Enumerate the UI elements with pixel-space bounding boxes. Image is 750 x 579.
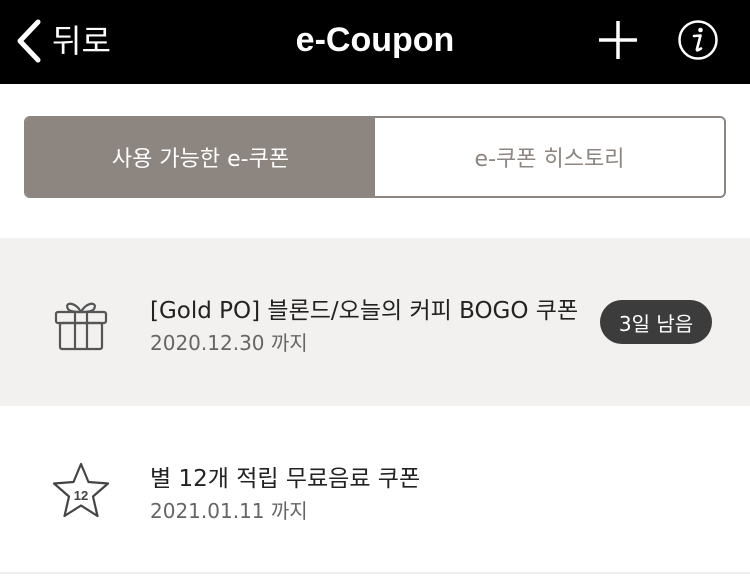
coupon-name: 별 12개 적립 무료음료 쿠폰 [150,466,421,492]
info-icon[interactable] [677,19,719,61]
coupon-expiry: 2020.12.30 까지 [150,331,308,355]
coupon-item-bogo[interactable]: [Gold PO] 블론드/오늘의 커피 BOGO 쿠폰 2020.12.30 … [0,238,750,406]
back-label: 뒤로 [52,22,111,60]
tab-available-coupons[interactable]: 사용 가능한 e-쿠폰 [26,118,375,196]
chevron-left-icon [17,19,41,63]
star-icon: 12 [52,462,110,518]
coupon-item-free-drink[interactable]: 12 별 12개 적립 무료음료 쿠폰 2021.01.11 까지 [0,406,750,574]
coupon-name: [Gold PO] 블론드/오늘의 커피 BOGO 쿠폰 [150,298,579,324]
gift-icon [54,302,108,351]
tab-coupon-history[interactable]: e-쿠폰 히스토리 [375,118,724,196]
back-button[interactable]: 뒤로 [14,16,111,66]
star-count-label: 12 [74,488,88,503]
coupon-tabs: 사용 가능한 e-쿠폰 e-쿠폰 히스토리 [24,116,726,198]
coupon-expiry: 2021.01.11 까지 [150,499,308,523]
top-nav-bar: 뒤로 e-Coupon [0,0,750,84]
plus-icon[interactable] [596,18,640,62]
days-left-badge: 3일 남음 [600,300,712,344]
